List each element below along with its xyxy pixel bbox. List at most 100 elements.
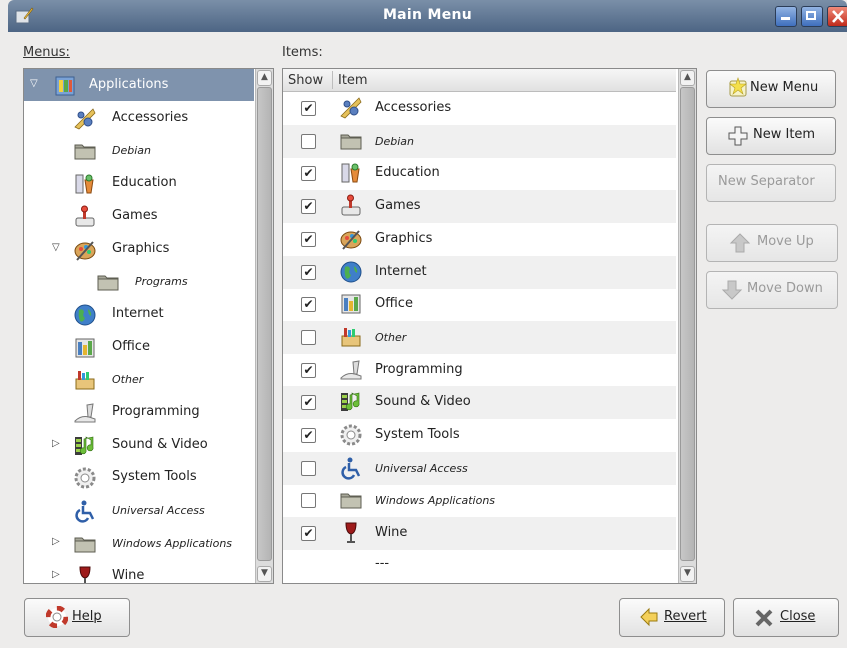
show-checkbox[interactable]: ✔ [301, 362, 316, 378]
menus-tree-item-label: Universal Access [112, 504, 205, 518]
scrollbar-thumb[interactable] [257, 87, 272, 561]
arrow-down-icon [721, 280, 743, 300]
menus-tree-item[interactable]: Other [24, 363, 254, 395]
new-menu-label: New Menu [750, 80, 819, 95]
menus-tree-item[interactable]: Programs [24, 265, 254, 297]
gear-icon [74, 467, 96, 489]
menus-scrollbar[interactable]: ▲ ▼ [255, 69, 273, 583]
new-separator-button[interactable]: New Separator [706, 164, 836, 202]
games-icon [75, 205, 95, 227]
expander-collapsed-icon[interactable]: ▷ [52, 569, 62, 580]
minimize-button[interactable] [775, 6, 797, 27]
expander-collapsed-icon[interactable]: ▷ [52, 536, 62, 547]
table-row[interactable]: Debian [283, 124, 676, 158]
office-icon [341, 294, 361, 314]
menus-tree-item[interactable]: ▷ Windows Applications [24, 527, 254, 559]
table-row[interactable]: ✔ Sound & Video [283, 386, 676, 420]
scroll-down-arrow-icon[interactable]: ▼ [257, 566, 272, 582]
item-label: Other [375, 330, 407, 344]
menus-tree-item[interactable]: Office [24, 331, 254, 363]
menus-tree-item[interactable]: ▽ Graphics [24, 233, 254, 265]
menus-tree-item[interactable]: ▷ Wine [24, 560, 254, 583]
expander-expanded-icon[interactable]: ▽ [30, 79, 40, 89]
show-checkbox[interactable]: ✔ [301, 231, 316, 247]
maximize-button[interactable] [801, 6, 823, 27]
accessibility-icon [75, 500, 95, 523]
show-checkbox[interactable] [301, 493, 316, 509]
scroll-up-arrow-icon[interactable]: ▲ [680, 70, 695, 86]
table-row[interactable]: ✔ Education [283, 157, 676, 190]
table-row[interactable]: ✔ Graphics [283, 223, 676, 256]
show-checkbox[interactable]: ✔ [301, 264, 316, 280]
item-label: Debian [375, 134, 414, 148]
show-checkbox[interactable] [301, 329, 316, 345]
move-up-button[interactable]: Move Up [706, 224, 838, 262]
scroll-up-arrow-icon[interactable]: ▲ [257, 70, 272, 86]
show-checkbox[interactable]: ✔ [301, 297, 316, 313]
help-label: Help [72, 609, 102, 624]
menus-tree-item[interactable]: Universal Access [24, 494, 254, 526]
menus-tree-item-label: Other [112, 373, 144, 387]
menus-tree-item[interactable]: ▷ Sound & Video [24, 429, 254, 461]
close-button[interactable]: Close [733, 598, 839, 637]
column-header-item[interactable]: Item [338, 73, 368, 88]
table-row[interactable]: ✔ Accessories [283, 92, 676, 125]
table-row[interactable]: Universal Access [283, 451, 676, 485]
menus-tree-list: ▽ Applications Accessories Debian Education G… [24, 69, 254, 583]
table-row[interactable]: ✔ Games [283, 190, 676, 224]
table-row[interactable]: ✔ System Tools [283, 419, 676, 452]
show-checkbox[interactable]: ✔ [301, 101, 316, 116]
menus-tree-item[interactable]: Programming [24, 396, 254, 428]
items-table[interactable]: Show Item ✔ Accessories Debian ✔ Education ✔ G… [282, 68, 697, 584]
menus-tree[interactable]: ▽ Applications Accessories Debian Education G… [23, 68, 274, 584]
show-checkbox[interactable] [301, 133, 316, 149]
revert-button[interactable]: Revert [619, 598, 725, 637]
show-checkbox[interactable]: ✔ [301, 199, 316, 215]
move-down-button[interactable]: Move Down [706, 271, 838, 309]
scroll-down-arrow-icon[interactable]: ▼ [680, 566, 695, 582]
graphics-icon [74, 240, 96, 261]
table-row[interactable]: ✔ Office [283, 288, 676, 321]
sound-video-icon [75, 436, 94, 455]
column-header-show[interactable]: Show [288, 73, 323, 88]
items-scrollbar[interactable]: ▲ ▼ [678, 69, 696, 583]
expander-collapsed-icon[interactable]: ▷ [52, 438, 62, 449]
table-row[interactable]: ✔ Wine [283, 517, 676, 551]
show-checkbox[interactable]: ✔ [301, 428, 316, 443]
menus-tree-item[interactable]: Internet [24, 298, 254, 330]
games-icon [341, 194, 361, 216]
menus-tree-item[interactable]: ▽ Applications [24, 69, 254, 101]
separator-label: --- [375, 555, 390, 571]
menus-tree-item[interactable]: Debian [24, 134, 254, 166]
wine-icon [79, 566, 91, 583]
show-checkbox[interactable]: ✔ [301, 166, 316, 182]
show-checkbox[interactable]: ✔ [301, 526, 316, 542]
gear-icon [340, 424, 362, 446]
menus-tree-item[interactable]: Education [24, 167, 254, 199]
graphics-icon [340, 230, 362, 250]
menus-tree-item-label: Internet [112, 305, 164, 321]
expander-expanded-icon[interactable]: ▽ [52, 242, 62, 253]
menus-tree-item[interactable]: System Tools [24, 461, 254, 493]
folder-icon [340, 134, 362, 150]
scrollbar-thumb[interactable] [680, 87, 695, 561]
item-label: Windows Applications [375, 494, 496, 508]
move-up-label: Move Up [757, 234, 814, 249]
new-item-button[interactable]: New Item [706, 117, 836, 155]
menus-tree-item[interactable]: Games [24, 200, 254, 232]
table-row[interactable]: Windows Applications [283, 484, 676, 517]
help-button[interactable]: Help [24, 598, 130, 637]
table-row[interactable]: Other [283, 320, 676, 354]
show-checkbox[interactable]: ✔ [301, 395, 316, 411]
new-menu-button[interactable]: New Menu [706, 70, 836, 108]
show-checkbox[interactable] [301, 460, 316, 476]
close-window-button[interactable] [827, 6, 847, 27]
menus-tree-item[interactable]: Accessories [24, 102, 254, 134]
items-table-body: ✔ Accessories Debian ✔ Education ✔ Games ✔ Graph… [283, 92, 676, 582]
separator-row[interactable]: --- [283, 550, 676, 582]
new-separator-label: New Separator [718, 174, 815, 189]
menus-tree-item-label: Graphics [112, 240, 170, 256]
table-row[interactable]: ✔ Programming [283, 354, 676, 387]
table-row[interactable]: ✔ Internet [283, 255, 676, 289]
menus-tree-item-label: Windows Applications [112, 536, 233, 550]
